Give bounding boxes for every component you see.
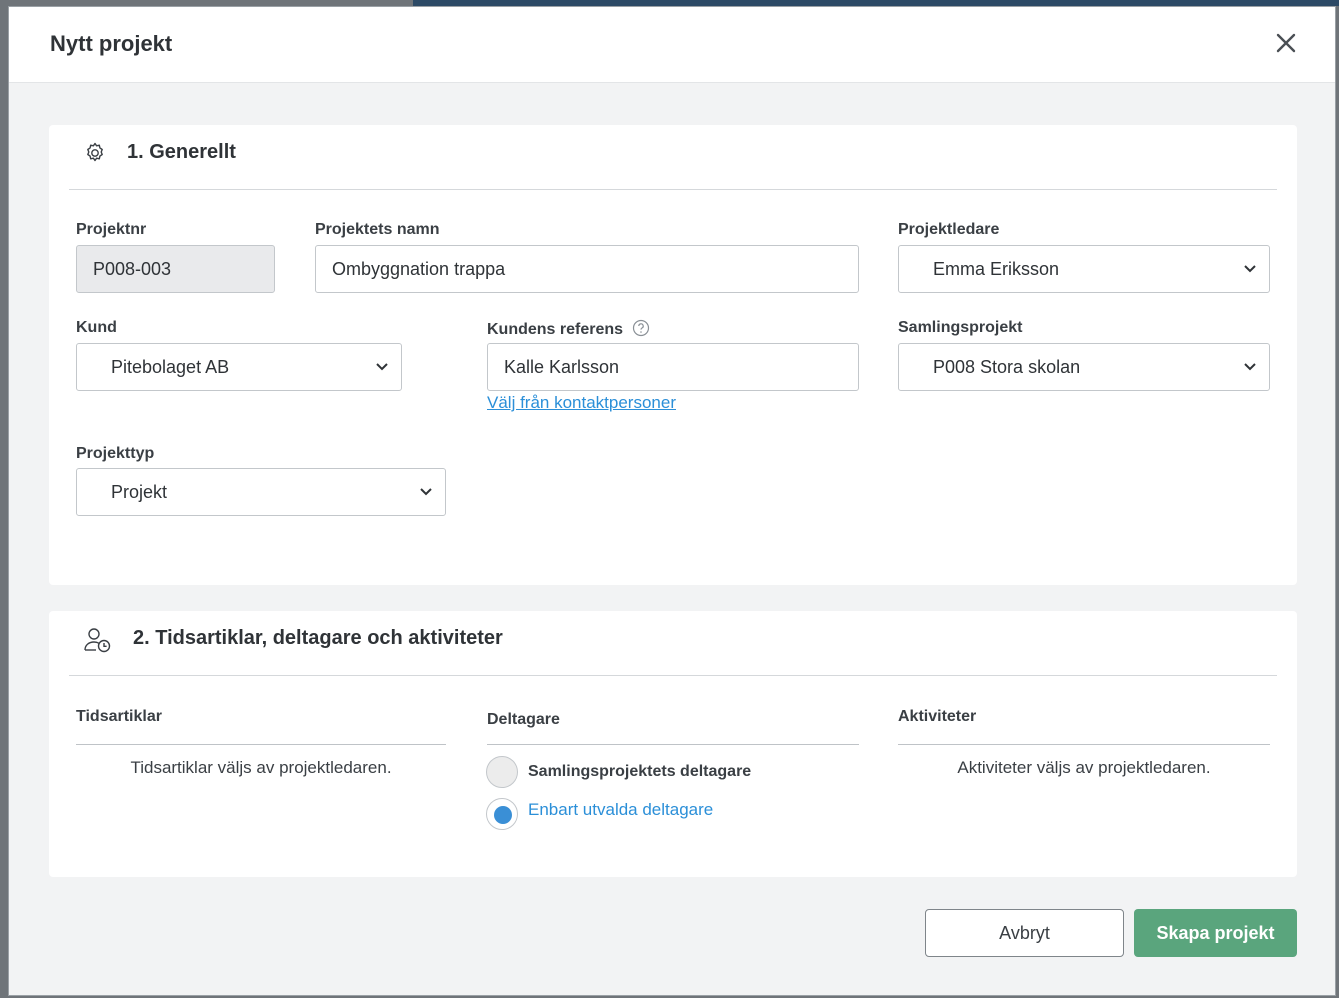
collection-project-select[interactable]: P008 Stora skolan [898, 343, 1270, 391]
project-name-label: Projektets namn [315, 221, 440, 238]
radio-label: Samlingsprojektets deltagare [528, 763, 752, 780]
project-name-field[interactable]: Ombyggnation trappa [315, 245, 859, 293]
divider [76, 744, 446, 745]
project-type-value: Projekt [111, 481, 168, 502]
close-button[interactable] [1272, 29, 1300, 57]
customer-reference-label: Kundens referens [487, 321, 624, 338]
members-heading: Deltagare [487, 711, 560, 728]
project-manager-label: Projektledare [898, 221, 1000, 238]
participants-section-header: 2. Tidsartiklar, deltagare och aktivitet… [69, 611, 1277, 676]
participants-section-title: 2. Tidsartiklar, deltagare och aktivitet… [133, 627, 503, 649]
time-articles-heading: Tidsartiklar [76, 708, 162, 725]
choose-contact-link[interactable]: Välj från kontaktpersoner [487, 393, 676, 413]
project-manager-value: Emma Eriksson [933, 258, 1060, 279]
project-type-select[interactable]: Projekt [76, 468, 446, 516]
radio-button[interactable] [486, 756, 518, 788]
new-project-dialog: Nytt projekt 1. Generellt Projektnr P008… [8, 6, 1336, 996]
customer-reference-label-wrap: Kundens referens [487, 319, 650, 339]
gear-icon [87, 142, 103, 162]
collection-project-label: Samlingsprojekt [898, 319, 1023, 336]
participants-section: 2. Tidsartiklar, deltagare och aktivitet… [49, 611, 1297, 877]
radio-collection-members[interactable]: Samlingsprojektets deltagare [486, 756, 751, 788]
divider [487, 744, 859, 745]
time-articles-text: Tidsartiklar väljs av projektledaren. [130, 758, 392, 777]
general-section: 1. Generellt Projektnr P008-003 Projekte… [49, 125, 1297, 585]
activities-text: Aktiviteter väljs av projektledaren. [957, 758, 1211, 777]
radio-label: Enbart utvalda deltagare [528, 800, 714, 819]
dialog-header: Nytt projekt [9, 7, 1335, 83]
create-project-button[interactable]: Skapa projekt [1134, 909, 1297, 957]
close-icon [1276, 33, 1296, 53]
project-number-label: Projektnr [76, 221, 147, 238]
project-type-label: Projekttyp [76, 445, 155, 462]
radio-selected-members[interactable]: Enbart utvalda deltagare [486, 798, 713, 830]
chevron-down-icon [376, 363, 388, 371]
project-number-field[interactable]: P008-003 [76, 245, 275, 293]
general-section-title: 1. Generellt [127, 141, 236, 163]
divider [898, 744, 1270, 745]
help-icon[interactable] [632, 319, 650, 337]
dialog-title: Nytt projekt [50, 31, 173, 56]
radio-button-checked[interactable] [486, 798, 518, 830]
activities-heading: Aktiviteter [898, 708, 977, 725]
customer-select[interactable]: Pitebolaget AB [76, 343, 402, 391]
general-section-header: 1. Generellt [69, 125, 1277, 190]
customer-reference-field[interactable]: Kalle Karlsson [487, 343, 859, 391]
chevron-down-icon [1244, 265, 1256, 273]
chevron-down-icon [1244, 363, 1256, 371]
customer-value: Pitebolaget AB [111, 356, 230, 377]
collection-project-value: P008 Stora skolan [933, 356, 1081, 377]
user-clock-icon [84, 628, 111, 653]
project-manager-select[interactable]: Emma Eriksson [898, 245, 1270, 293]
customer-label: Kund [76, 319, 117, 336]
chevron-down-icon [420, 488, 432, 496]
cancel-button[interactable]: Avbryt [925, 909, 1124, 957]
